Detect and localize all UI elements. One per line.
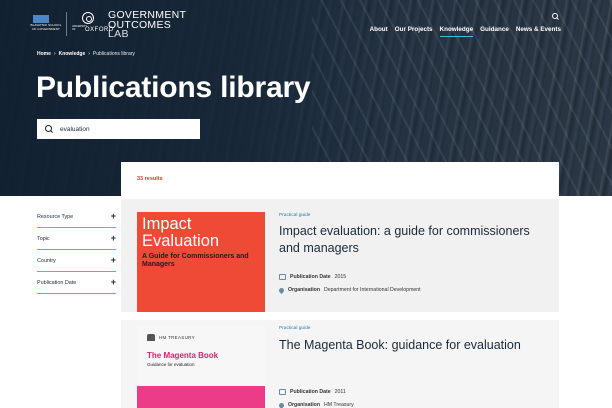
result-card[interactable]: HM TREASURY The Magenta Book Guidance fo… (121, 320, 559, 408)
date-label: Publication Date (290, 274, 331, 280)
golab-logo[interactable]: GOVERNMENT OUTCOMES LAB (108, 10, 186, 40)
calendar-icon (279, 389, 286, 395)
cover-title: Impact Evaluation (142, 215, 220, 250)
search-icon (45, 125, 53, 133)
nav-item-our-projects[interactable]: Our Projects (395, 26, 433, 37)
resource-type-tag: Practical guide (279, 326, 311, 331)
organisation: Organisation HM Treasury (277, 401, 354, 408)
crest-text: BLAVATNIK SCHOOL OF GOVERNMENT (30, 23, 62, 31)
search-query[interactable]: evaluation (60, 126, 90, 133)
crown-icon (147, 334, 155, 341)
oxford-seal-icon (82, 12, 94, 24)
breadcrumb: Home › Knowledge › Publications library (37, 51, 135, 57)
golab-line3: LAB (108, 28, 129, 40)
org-label: Organisation (288, 402, 320, 408)
breadcrumb-home[interactable]: Home (37, 51, 51, 57)
filter-resource-type[interactable]: Resource Type + (37, 206, 116, 228)
location-pin-icon (277, 286, 286, 294)
filter-sidebar: Resource Type + Topic + Country + Public… (37, 206, 116, 294)
plus-icon[interactable]: + (111, 234, 116, 243)
org-value: Department for International Development (324, 287, 421, 293)
search-icon[interactable] (551, 13, 559, 21)
result-card[interactable]: Impact Evaluation A Guide for Commission… (121, 199, 559, 312)
breadcrumb-separator: › (53, 51, 56, 57)
cover-title: The Magenta Book (147, 351, 219, 360)
result-title-link[interactable]: The Magenta Book: guidance for evaluatio… (279, 337, 547, 354)
cover-publisher: HM TREASURY (159, 335, 195, 340)
publication-cover[interactable]: HM TREASURY The Magenta Book Guidance fo… (137, 326, 265, 408)
oxford-small-text: UNIVERSITY OF (72, 25, 87, 31)
filter-topic[interactable]: Topic + (37, 228, 116, 250)
search-input[interactable]: evaluation (37, 119, 200, 139)
filter-label: Topic (37, 235, 50, 242)
publication-date: Publication Date 2015 (279, 274, 346, 280)
result-meta: Practical guide The Magenta Book: guidan… (279, 326, 547, 354)
nav-item-knowledge[interactable]: Knowledge (439, 26, 474, 37)
crest-icon (33, 15, 49, 23)
resource-type-tag: Practical guide (279, 213, 311, 218)
date-value: 2011 (334, 389, 346, 395)
plus-icon[interactable]: + (111, 278, 116, 287)
filter-label: Resource Type (37, 213, 74, 220)
main-nav: About Our Projects Knowledge Guidance Ne… (370, 26, 561, 37)
filter-label: Publication Date (37, 279, 77, 286)
cover-header: HM TREASURY (147, 334, 255, 341)
organisation: Organisation Department for Internationa… (277, 286, 421, 294)
filter-publication-date[interactable]: Publication Date + (37, 272, 116, 294)
page-title: Publications library (36, 71, 311, 104)
calendar-icon (279, 274, 286, 280)
cover-subtitle: Guidance for evaluation (147, 362, 195, 367)
breadcrumb-separator: › (88, 51, 90, 57)
results-count: 33 results (137, 176, 163, 182)
results-panel: 33 results Impact Evaluation A Guide for… (121, 162, 559, 408)
location-pin-icon (277, 401, 286, 408)
filter-country[interactable]: Country + (37, 250, 116, 272)
oxford-logo[interactable]: UNIVERSITY OF OXFORD (72, 12, 113, 36)
blavatnik-logo[interactable]: BLAVATNIK SCHOOL OF GOVERNMENT (29, 12, 67, 36)
filter-label: Country (37, 257, 56, 264)
org-label: Organisation (288, 287, 320, 293)
publication-cover[interactable]: Impact Evaluation A Guide for Commission… (137, 212, 265, 312)
plus-icon[interactable]: + (111, 256, 116, 265)
plus-icon[interactable]: + (111, 212, 116, 221)
cover-band (137, 386, 265, 408)
breadcrumb-current: Publications library (92, 51, 135, 57)
nav-item-news-events[interactable]: News & Events (516, 26, 561, 37)
nav-item-about[interactable]: About (370, 26, 388, 37)
date-value: 2015 (334, 274, 347, 280)
date-label: Publication Date (290, 389, 331, 395)
breadcrumb-knowledge[interactable]: Knowledge (59, 51, 86, 57)
result-title-link[interactable]: Impact evaluation: a guide for commissio… (279, 223, 547, 257)
nav-item-guidance[interactable]: Guidance (480, 26, 509, 37)
publication-date: Publication Date 2011 (279, 389, 346, 395)
org-value: HM Treasury (324, 402, 354, 408)
cover-subtitle: A Guide for Commissioners and Managers (142, 253, 249, 268)
result-meta: Practical guide Impact evaluation: a gui… (279, 213, 547, 257)
